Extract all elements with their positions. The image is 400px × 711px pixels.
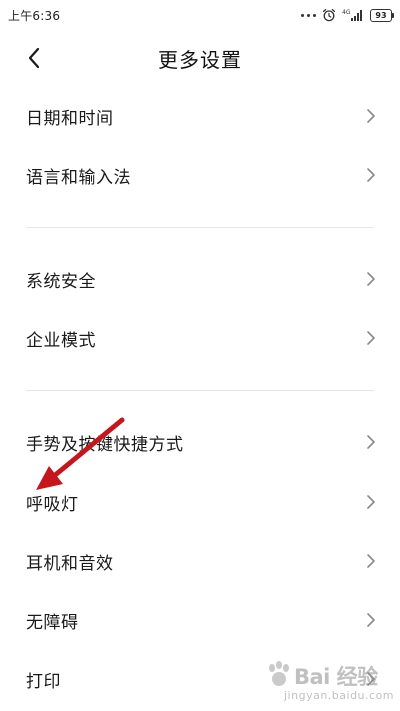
menu-item-language-input[interactable]: 语言和输入法 <box>0 146 400 204</box>
network-type: 4G <box>342 9 351 16</box>
menu-item-accessibility[interactable]: 无障碍 <box>0 591 400 649</box>
section-divider <box>26 390 374 391</box>
menu-item-label: 系统安全 <box>26 272 96 292</box>
section-divider <box>26 227 374 228</box>
menu-item-date-time[interactable]: 日期和时间 <box>0 87 400 145</box>
menu-item-label: 语言和输入法 <box>26 168 131 188</box>
watermark-url: jingyan.baidu.com <box>284 689 395 702</box>
menu-item-label: 日期和时间 <box>26 109 114 129</box>
chevron-right-icon <box>367 331 375 345</box>
battery-icon: 93 <box>370 8 394 22</box>
chevron-right-icon <box>367 272 375 286</box>
chevron-right-icon <box>367 435 375 449</box>
chevron-right-icon <box>367 168 375 182</box>
chevron-right-icon <box>367 554 375 568</box>
alarm-clock-icon <box>322 8 336 22</box>
menu-item-label: 企业模式 <box>26 331 96 351</box>
menu-item-enterprise-mode[interactable]: 企业模式 <box>0 309 400 367</box>
page-title: 更多设置 <box>158 48 242 72</box>
menu-item-gestures-shortcuts[interactable]: 手势及按键快捷方式 <box>0 413 400 471</box>
menu-item-label: 手势及按键快捷方式 <box>26 435 184 455</box>
menu-item-label: 呼吸灯 <box>26 495 79 515</box>
chevron-right-icon <box>367 495 375 509</box>
menu-item-breathing-light[interactable]: 呼吸灯 <box>0 473 400 531</box>
chevron-right-icon <box>367 109 375 123</box>
watermark-text: Bai 经验 <box>294 665 378 689</box>
chevron-right-icon <box>367 613 375 627</box>
menu-item-label: 打印 <box>26 672 61 692</box>
menu-item-label: 无障碍 <box>26 613 79 633</box>
header: 更多设置 <box>0 30 400 86</box>
more-dots-icon <box>301 13 316 17</box>
paw-logo-icon <box>269 661 289 686</box>
menu-item-headphones-audio[interactable]: 耳机和音效 <box>0 532 400 590</box>
menu-item-label: 耳机和音效 <box>26 554 114 574</box>
status-icons: 4G 93 <box>301 6 394 24</box>
status-bar: 上午6:36 4G 93 <box>0 0 400 30</box>
status-time: 上午6:36 <box>8 9 61 23</box>
menu-item-system-security[interactable]: 系统安全 <box>0 250 400 308</box>
4g-signal-icon: 4G <box>342 9 362 21</box>
baidu-watermark: Bai 经验 jingyan.baidu.com <box>266 659 394 705</box>
battery-level: 93 <box>375 10 387 20</box>
